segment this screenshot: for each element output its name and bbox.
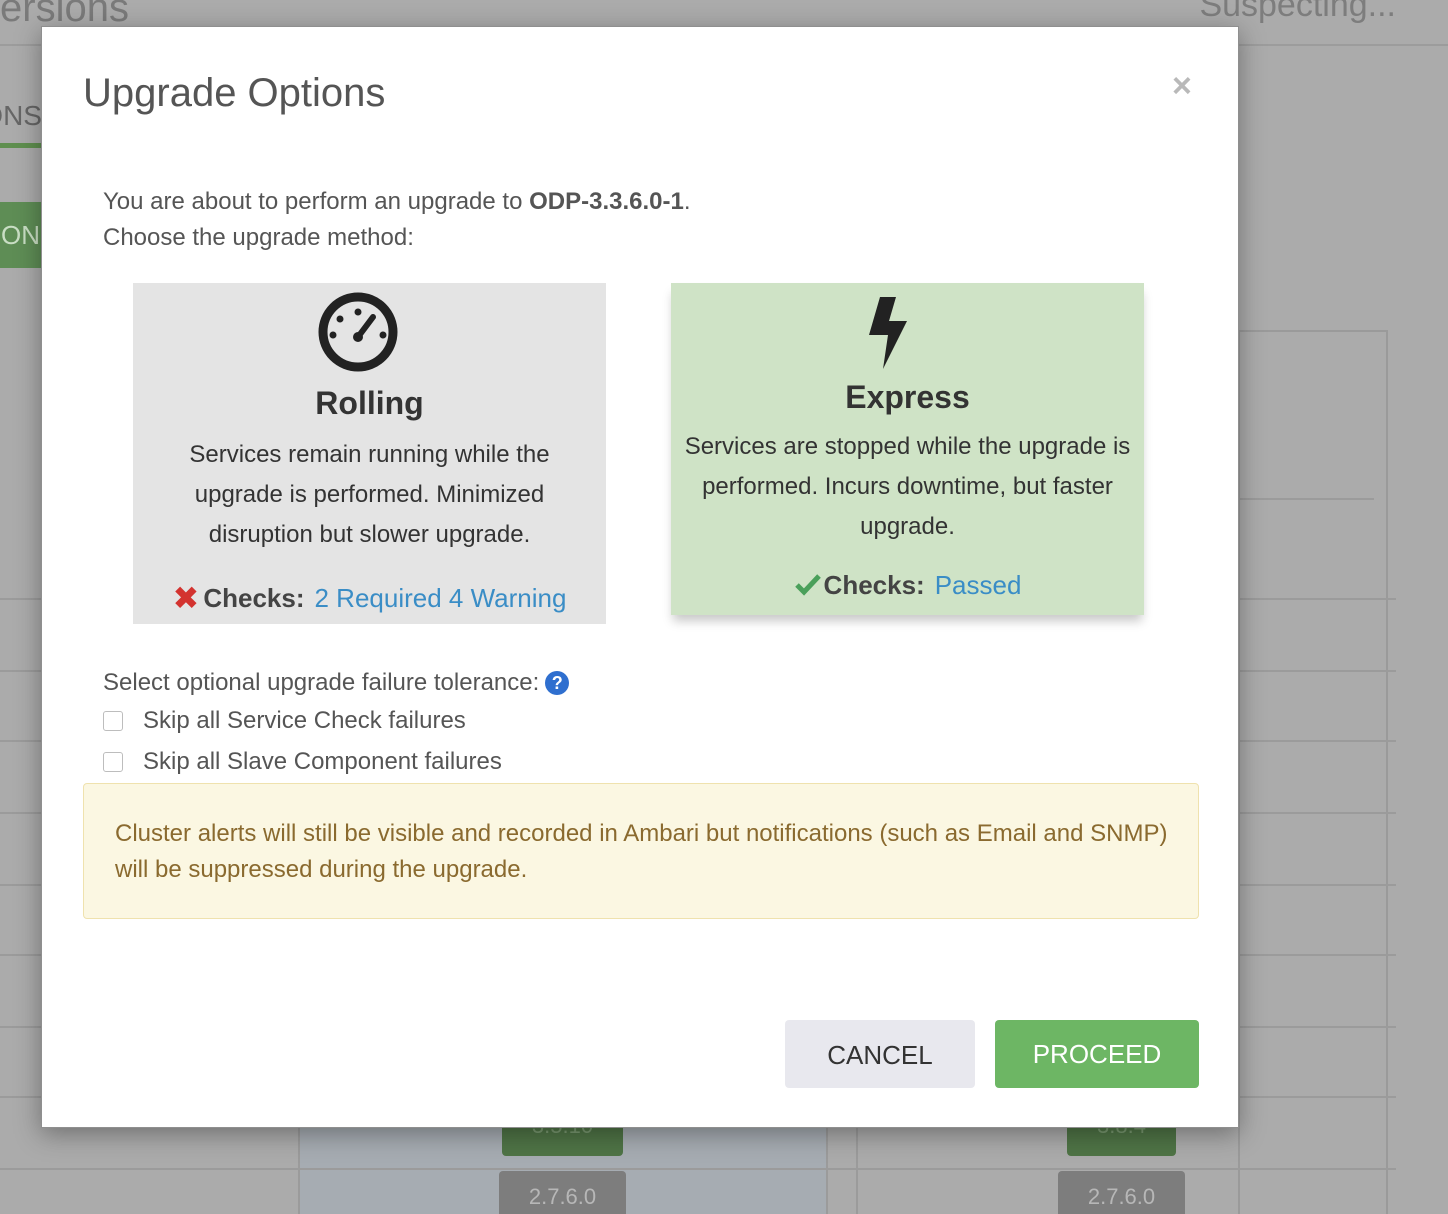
background-divider xyxy=(0,740,41,742)
failure-tolerance-label: Select optional upgrade failure toleranc… xyxy=(103,669,570,697)
background-divider xyxy=(1238,954,1396,956)
background-divider xyxy=(1238,498,1374,500)
background-divider xyxy=(0,954,41,956)
background-tab: IONS xyxy=(0,100,42,148)
background-header-text: Suspecting... xyxy=(1199,0,1396,24)
background-version-badge: 2.7.6.0 xyxy=(1058,1171,1185,1214)
background-green-button: ION xyxy=(0,202,42,268)
dashboard-icon xyxy=(133,291,606,373)
upgrade-intro: You are about to perform an upgrade to O… xyxy=(103,184,691,256)
background-divider xyxy=(1238,812,1396,814)
background-divider xyxy=(1238,1026,1396,1028)
skip-slave-component-label: Skip all Slave Component failures xyxy=(143,748,502,775)
upgrade-options-modal: Upgrade Options × You are about to perfo… xyxy=(41,26,1239,1128)
cancel-button[interactable]: CANCEL xyxy=(785,1020,975,1088)
background-table xyxy=(1238,330,1388,1214)
checks-label: Checks: xyxy=(203,583,305,613)
background-divider xyxy=(1238,884,1396,886)
skip-service-check-label: Skip all Service Check failures xyxy=(143,707,466,734)
background-divider xyxy=(298,1128,300,1214)
intro-suffix: . xyxy=(683,188,691,215)
proceed-button[interactable]: PROCEED xyxy=(995,1020,1199,1088)
express-checks-link[interactable]: Passed xyxy=(935,570,1022,600)
express-description: Services are stopped while the upgrade i… xyxy=(684,433,1131,540)
background-divider xyxy=(0,812,41,814)
background-divider xyxy=(856,1128,858,1214)
background-divider xyxy=(1238,598,1396,600)
close-icon[interactable]: × xyxy=(1172,69,1192,103)
modal-title: Upgrade Options xyxy=(83,71,386,115)
skip-service-check-option[interactable]: Skip all Service Check failures xyxy=(103,707,466,735)
background-divider xyxy=(0,598,41,600)
intro-line: You are about to perform an upgrade to O… xyxy=(103,184,691,220)
express-upgrade-card[interactable]: Express Services are stopped while the u… xyxy=(671,283,1144,615)
checks-label: Checks: xyxy=(823,570,925,600)
alerts-notice: Cluster alerts will still be visible and… xyxy=(83,783,1199,919)
choose-method-label: Choose the upgrade method: xyxy=(103,224,414,251)
rolling-checks-link[interactable]: 2 Required 4 Warning xyxy=(315,583,567,613)
express-title: Express xyxy=(845,379,970,415)
rolling-description: Services remain running while the upgrad… xyxy=(189,441,550,548)
tolerance-text: Select optional upgrade failure toleranc… xyxy=(103,669,540,696)
skip-service-check-checkbox[interactable] xyxy=(103,711,123,731)
express-checks: Checks: Passed xyxy=(671,570,1144,603)
background-divider xyxy=(1238,740,1396,742)
target-version: ODP-3.3.6.0-1 xyxy=(529,188,684,215)
background-divider xyxy=(826,1128,828,1214)
check-icon xyxy=(794,572,822,603)
help-icon[interactable]: ? xyxy=(545,671,570,695)
background-divider xyxy=(0,884,41,886)
background-divider xyxy=(0,1168,1396,1170)
rolling-upgrade-card[interactable]: Rolling Services remain running while th… xyxy=(133,283,606,624)
background-version-badge: 2.7.6.0 xyxy=(499,1171,626,1214)
rolling-checks: ✖ Checks: 2 Required 4 Warning xyxy=(133,579,606,617)
skip-slave-component-option[interactable]: Skip all Slave Component failures xyxy=(103,748,502,776)
rolling-title: Rolling xyxy=(315,385,424,421)
x-icon: ✖ xyxy=(172,580,200,616)
bolt-icon xyxy=(671,295,1144,373)
background-divider xyxy=(0,670,41,672)
background-divider xyxy=(0,1096,41,1098)
background-divider xyxy=(0,1026,41,1028)
background-divider xyxy=(1238,1096,1396,1098)
background-divider xyxy=(1238,670,1396,672)
intro-prefix: You are about to perform an upgrade to xyxy=(103,188,530,215)
skip-slave-component-checkbox[interactable] xyxy=(103,752,123,772)
